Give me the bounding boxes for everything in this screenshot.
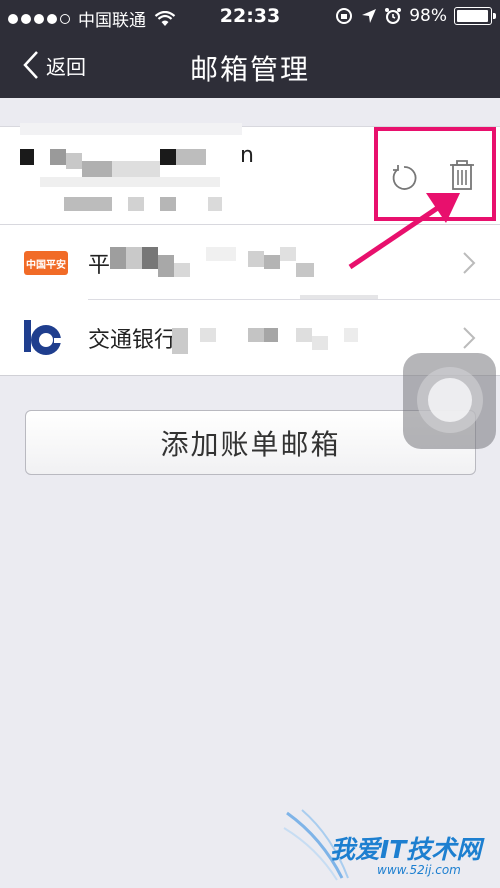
chevron-right-icon [463,327,476,349]
battery-percent: 98% [409,6,447,26]
status-bar: 中国联通 22:33 98% [0,0,500,34]
pingan-logo: 中国平安 [24,251,68,275]
bank-label: 平 [88,253,111,278]
lock-rotation-icon [336,8,353,24]
watermark-logo: 我爱IT技术网 www.52ij.com [282,808,492,884]
bocom-logo-icon [24,320,66,355]
battery-icon [454,7,496,25]
email-visible-char: n [240,143,254,168]
row-divider [88,299,500,300]
arrow-annotation [348,193,460,270]
page-title: 邮箱管理 [189,53,310,86]
location-arrow-icon [362,9,377,23]
nav-bar: 返回 邮箱管理 [0,34,500,98]
assistive-touch-button[interactable] [403,353,496,449]
bank-label: 交通银行 [88,328,177,353]
alarm-icon [385,8,402,24]
